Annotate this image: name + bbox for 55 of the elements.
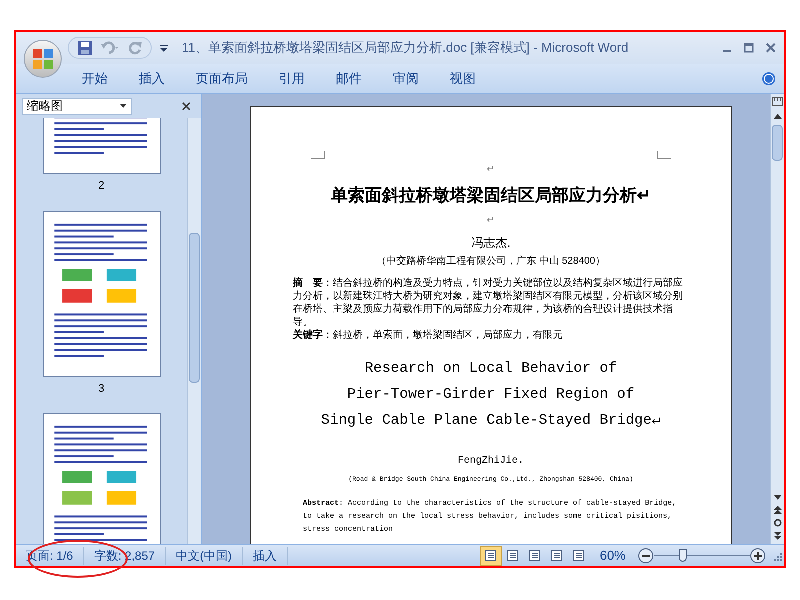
maximize-icon[interactable]: [744, 43, 754, 53]
affiliation: （中交路桥华南工程有限公司，广东 中山 528400）: [376, 254, 606, 268]
page-view-icon: [484, 550, 497, 562]
author-name: 冯志杰.: [471, 234, 511, 252]
zoom-slider-thumb[interactable]: [678, 548, 687, 562]
ribbon-tab[interactable]: 视图: [450, 68, 476, 88]
caret-icon: [120, 104, 127, 108]
resize-grip-icon: [772, 550, 782, 560]
english-title-line: Single Cable Plane Cable-Stayed Bridge↵: [321, 412, 661, 430]
status-item[interactable]: 中文(中国): [166, 546, 244, 564]
customize-dropdown-icon[interactable]: [160, 44, 168, 52]
english-title-line: Pier-Tower-Girder Fixed Region of: [347, 386, 635, 404]
zoom-out-icon[interactable]: [638, 548, 654, 564]
paragraph-mark: ↵: [487, 163, 495, 176]
english-author-name: FengZhiJie.: [458, 454, 524, 468]
ribbon-tab[interactable]: 邮件: [336, 68, 362, 88]
next-page-icon[interactable]: [774, 532, 782, 540]
office-button[interactable]: [24, 40, 62, 78]
english-title-line: Research on Local Behavior of: [364, 360, 618, 378]
scrollbar[interactable]: [187, 118, 201, 544]
scroll-down-icon[interactable]: [774, 495, 782, 500]
save-icon[interactable]: [77, 40, 93, 56]
office-logo-icon: [32, 48, 54, 70]
status-item[interactable]: 插入: [243, 546, 288, 564]
help-icon[interactable]: [762, 72, 776, 86]
paragraph-mark: ↵: [487, 214, 495, 227]
ruler-icon[interactable]: [772, 96, 784, 108]
ribbon-tab[interactable]: 插入: [139, 68, 165, 88]
page-thumbnail[interactable]: [42, 413, 160, 544]
zoom-in-icon[interactable]: [750, 548, 766, 564]
scrollbar-thumb[interactable]: [772, 125, 783, 161]
page-view-icon: [506, 550, 519, 562]
document-title: 单索面斜拉桥墩塔梁固结区局部应力分析↵: [331, 184, 651, 206]
window-title: 11、单索面斜拉桥墩塔梁固结区局部应力分析.doc [兼容模式] - Microsoft Word: [182, 39, 629, 58]
page-view-icon: [528, 550, 541, 562]
page-number: 3: [98, 382, 105, 396]
browse-object-icon[interactable]: [774, 519, 782, 527]
close-icon[interactable]: [182, 102, 191, 110]
ribbon-tab[interactable]: 审阅: [393, 68, 419, 88]
view-button[interactable]: [480, 546, 502, 566]
close-icon[interactable]: [766, 43, 776, 53]
ribbon-tab[interactable]: 开始: [82, 68, 108, 88]
ribbon-tab[interactable]: 引用: [279, 68, 305, 88]
page-view-icon: [550, 550, 563, 562]
zoom-level[interactable]: 60%: [600, 546, 626, 566]
page-view-icon: [572, 550, 585, 562]
keywords-line: 关键字：斜拉桥，单索面，墩塔梁固结区，局部应力，有限元: [293, 328, 564, 342]
page-thumbnail[interactable]: [42, 210, 160, 376]
ribbon-tab[interactable]: 页面布局: [196, 68, 248, 88]
abstract-paragraph: 摘 要：结合斜拉桥的构造及受力特点，针对受力关键部位以及结构复杂区域进行局部应力分析，以新建珠江特大桥为研究对象，建立墩塔梁固结区有限元模型，分析该区域分别在桥塔、主梁及预应力荷载作用下的局部应力分布规律，为该桥的合理设计提供技术指导。: [293, 276, 684, 328]
pane-title-dropdown[interactable]: 缩略图: [22, 98, 132, 114]
zoom-slider[interactable]: [654, 548, 750, 562]
scroll-up-icon[interactable]: [774, 114, 782, 119]
previous-page-icon[interactable]: [774, 506, 782, 514]
page-number: 2: [98, 179, 105, 194]
